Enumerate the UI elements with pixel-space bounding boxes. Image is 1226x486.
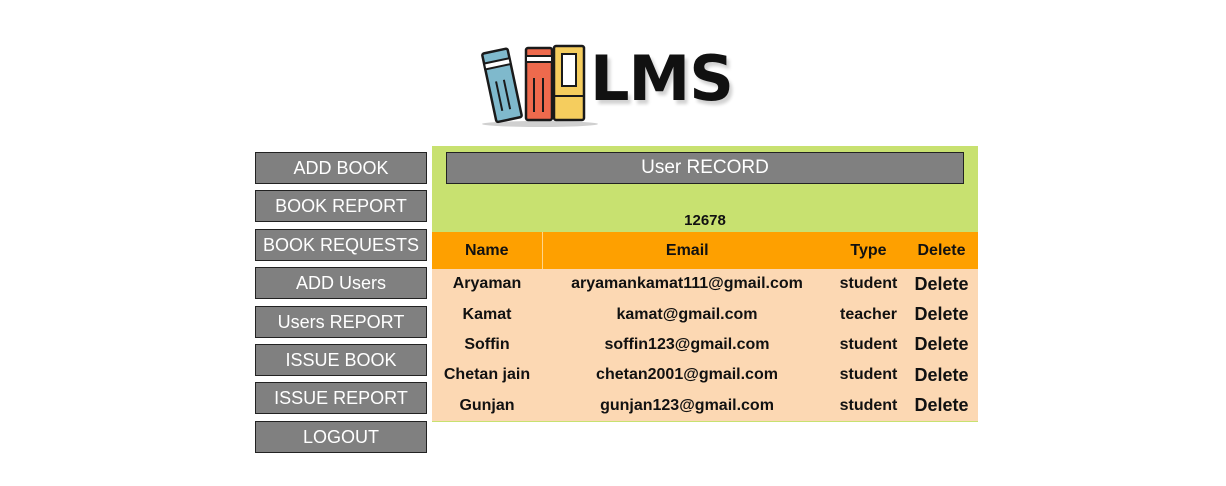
table-row: Soffin soffin123@gmail.com student Delet… [432,330,978,360]
lms-logo: LMS [480,40,755,130]
table-row: Kamat kamat@gmail.com teacher Delete [432,299,978,329]
table-row: Gunjan gunjan123@gmail.com student Delet… [432,391,978,421]
logout-button[interactable]: LOGOUT [255,420,427,453]
user-type-cell: student [839,366,898,384]
user-name-cell: Kamat [462,305,512,323]
user-email-cell: chetan2001@gmail.com [596,366,778,384]
user-name-cell: Chetan jain [443,366,531,384]
users-table: Name Email Type Delete Aryaman aryamanka… [432,232,978,421]
table-header-row: Name Email Type Delete [432,232,978,269]
column-header-name: Name [432,232,543,269]
user-email-cell: gunjan123@gmail.com [600,396,774,414]
column-header-type: Type [832,232,905,269]
sidebar-menu: ADD BOOK BOOK REPORT BOOK REQUESTS ADD U… [255,152,427,459]
user-type-cell: student [839,335,898,353]
column-header-email: Email [542,232,832,269]
book-report-button[interactable]: BOOK REPORT [255,190,427,223]
user-email-cell: soffin123@gmail.com [604,335,770,353]
table-row: Chetan jain chetan2001@gmail.com student… [432,360,978,390]
delete-user-button[interactable]: Delete [905,330,978,360]
user-type-cell: student [839,275,898,293]
record-count: 12678 [684,212,726,229]
user-name-cell: Soffin [464,335,510,353]
page-title: User RECORD [446,152,964,184]
books-logo-icon [481,44,598,127]
delete-user-button[interactable]: Delete [905,299,978,329]
add-users-button[interactable]: ADD Users [255,267,427,300]
add-book-button[interactable]: ADD BOOK [255,152,427,184]
user-email-cell: aryamankamat111@gmail.com [571,275,803,293]
issue-book-button[interactable]: ISSUE BOOK [255,343,427,376]
column-header-delete: Delete [905,232,978,269]
user-type-cell: student [839,396,898,414]
delete-user-button[interactable]: Delete [905,269,978,299]
issue-report-button[interactable]: ISSUE REPORT [255,382,427,415]
user-record-panel: User RECORD 12678 Name Email Type Delete… [432,146,978,422]
book-requests-button[interactable]: BOOK REQUESTS [255,228,427,261]
user-email-cell: kamat@gmail.com [616,305,758,323]
user-name-cell: Gunjan [459,396,515,414]
logo-text: LMS [590,42,734,115]
delete-user-button[interactable]: Delete [905,360,978,390]
users-report-button[interactable]: Users REPORT [255,305,427,338]
user-type-cell: teacher [840,305,897,323]
user-name-cell: Aryaman [452,275,522,293]
delete-user-button[interactable]: Delete [905,391,978,421]
table-row: Aryaman aryamankamat111@gmail.com studen… [432,269,978,299]
